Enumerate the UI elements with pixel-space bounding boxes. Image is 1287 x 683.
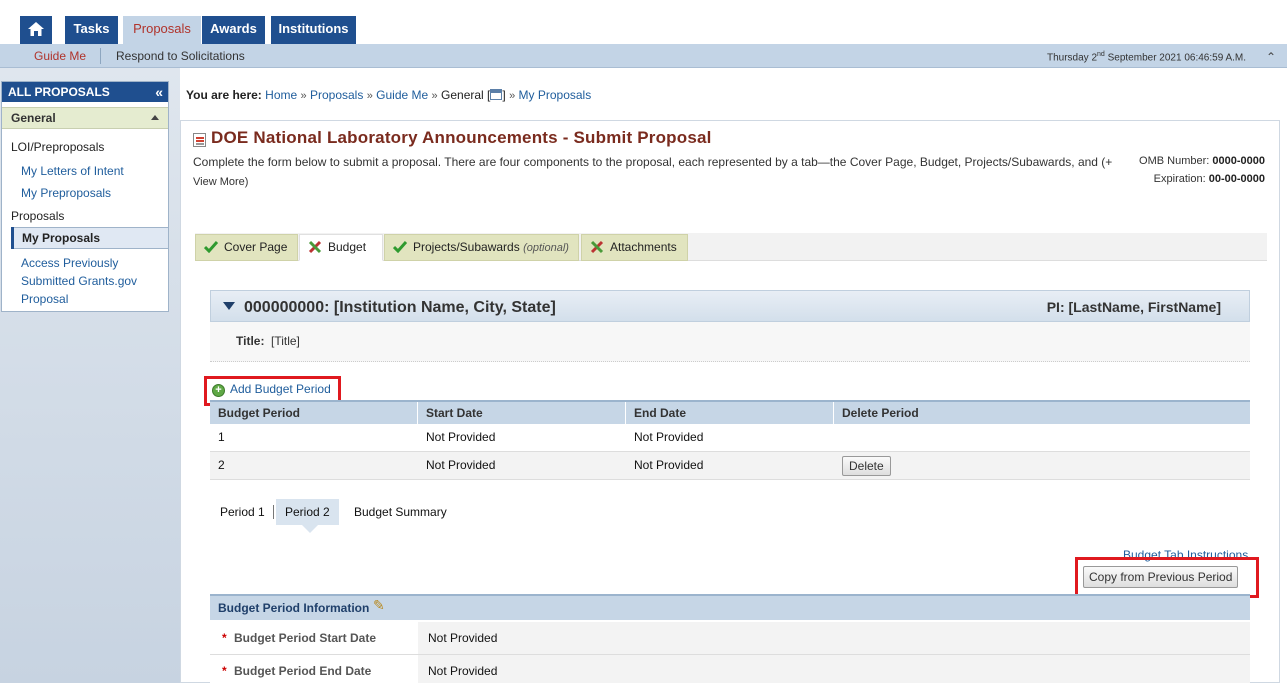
institution-header[interactable]: 000000000: [Institution Name, City, Stat… <box>210 290 1250 322</box>
sidebar-item-my-proposals[interactable]: My Proposals <box>11 227 169 249</box>
tab-tasks[interactable]: Tasks <box>65 16 118 44</box>
form-row: * Budget Period End Date Not Provided <box>210 655 1250 683</box>
sidebar-group-loi: LOI/Preproposals <box>11 140 105 154</box>
delete-period-button[interactable]: Delete <box>842 456 891 476</box>
required-marker: * <box>222 664 227 678</box>
double-chevron-left-icon[interactable]: « <box>155 82 163 102</box>
column-header: Budget Period <box>210 402 418 424</box>
proposal-title: [Title] <box>271 334 300 348</box>
form-row: * Budget Period Start Date Not Provided <box>210 622 1250 655</box>
column-header: Start Date <box>418 402 626 424</box>
page-description: Complete the form below to submit a prop… <box>193 155 1113 169</box>
sidebar-group-proposals: Proposals <box>11 209 65 223</box>
tab-period-2[interactable]: Period 2 <box>276 499 339 525</box>
proposal-title-row: Title: [Title] <box>210 322 1250 362</box>
incomplete-tools-icon <box>308 240 322 254</box>
required-marker: * <box>222 631 227 645</box>
breadcrumb: You are here: Home » Proposals » Guide M… <box>186 88 592 102</box>
period-tab-caret <box>302 525 318 533</box>
table-row: 1 Not Provided Not Provided <box>210 424 1250 452</box>
current-datetime: Thursday 2nd September 2021 06:46:59 A.M… <box>1047 51 1247 64</box>
breadcrumb-my-proposals[interactable]: My Proposals <box>519 88 592 102</box>
form-icon <box>193 133 206 147</box>
tab-budget[interactable]: Budget <box>299 234 383 261</box>
column-header: Delete Period <box>842 406 919 420</box>
view-more-link[interactable]: View More) <box>193 176 248 188</box>
top-nav-bar: Tasks Proposals Awards Institutions <box>0 0 1287 44</box>
collapse-triangle-icon <box>151 115 159 120</box>
incomplete-tools-icon <box>590 240 604 254</box>
sidebar-section-general[interactable]: General <box>2 107 168 129</box>
subnav-respond-to-solicitations[interactable]: Respond to Solicitations <box>116 49 245 63</box>
tab-awards[interactable]: Awards <box>202 16 265 44</box>
tab-budget-summary[interactable]: Budget Summary <box>354 499 447 525</box>
sub-nav-bar: Guide Me Respond to Solicitations Thursd… <box>0 44 1287 77</box>
institution-name: 000000000: [Institution Name, City, Stat… <box>244 299 556 316</box>
budget-period-info-header: Budget Period Information ✎ <box>210 594 1250 620</box>
tab-institutions[interactable]: Institutions <box>271 16 356 44</box>
period-tab-divider <box>273 505 274 519</box>
checkmark-icon <box>204 241 218 253</box>
principal-investigator: PI: [LastName, FirstName] <box>1046 299 1221 315</box>
home-icon[interactable] <box>20 16 52 44</box>
sidebar: ALL PROPOSALS « General LOI/Preproposals… <box>1 81 169 312</box>
budget-table-header: Budget Period Start Date End Date Delete… <box>210 400 1250 424</box>
collapse-header-icon[interactable]: ⌃ <box>1266 50 1276 64</box>
sidebar-item-preproposals[interactable]: My Preproposals <box>21 186 111 200</box>
breadcrumb-guide-me[interactable]: Guide Me <box>376 88 428 102</box>
breadcrumb-general: General [ <box>441 88 491 102</box>
table-row: 2 Not Provided Not Provided Delete <box>210 452 1250 480</box>
tab-period-1[interactable]: Period 1 <box>220 499 265 525</box>
tab-proposals[interactable]: Proposals <box>123 16 201 44</box>
checkmark-icon <box>393 241 407 253</box>
sidebar-item-access-grants-gov[interactable]: Access Previously Submitted Grants.gov P… <box>21 254 151 308</box>
sidebar-header: ALL PROPOSALS « <box>2 82 168 102</box>
tab-attachments[interactable]: Attachments <box>581 234 688 261</box>
breadcrumb-proposals[interactable]: Proposals <box>310 88 363 102</box>
calendar-icon[interactable] <box>490 89 503 100</box>
omb-info: OMB Number: 0000-0000 Expiration: 00-00-… <box>1139 155 1265 185</box>
tab-projects-subawards[interactable]: Projects/Subawards (optional) <box>384 234 579 261</box>
budget-period-start-date: Not Provided <box>418 622 1250 654</box>
sidebar-item-letters-of-intent[interactable]: My Letters of Intent <box>21 164 124 178</box>
budget-period-end-date: Not Provided <box>418 655 1250 683</box>
tab-cover-page[interactable]: Cover Page <box>195 234 298 261</box>
highlight-box <box>1075 557 1259 598</box>
edit-pencil-icon[interactable]: ✎ <box>373 597 385 614</box>
collapse-triangle-icon[interactable] <box>223 302 235 310</box>
page-title: DOE National Laboratory Announcements - … <box>211 128 712 147</box>
subnav-guide-me[interactable]: Guide Me <box>34 49 86 63</box>
column-header: End Date <box>626 402 834 424</box>
subnav-divider <box>100 48 101 64</box>
breadcrumb-home[interactable]: Home <box>265 88 297 102</box>
